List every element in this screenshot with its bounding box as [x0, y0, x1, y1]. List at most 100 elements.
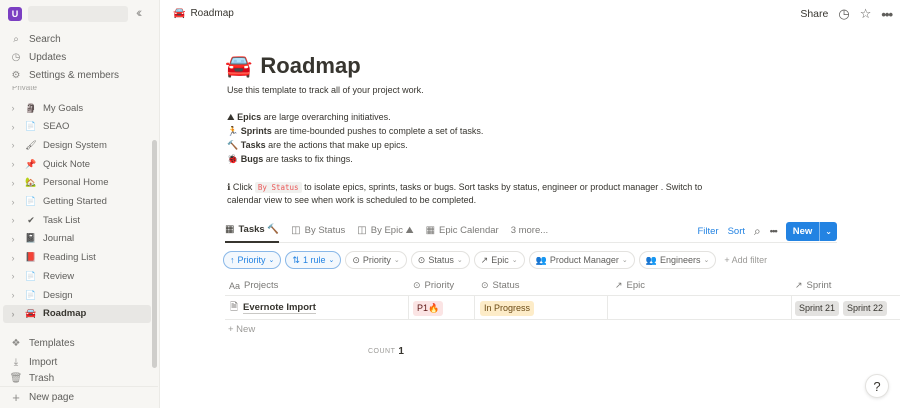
add-filter-button[interactable]: + Add filter [724, 255, 767, 265]
page-emoji-icon: 📓 [25, 233, 37, 244]
sidebar-page-label: Roadmap [43, 308, 87, 320]
chevron-right-icon[interactable]: › [8, 290, 18, 300]
car-icon: 🚘 [173, 8, 186, 19]
sort-button[interactable]: Sort [728, 226, 745, 237]
cell-priority[interactable]: P1🔥 [409, 296, 475, 320]
cell-epic[interactable] [608, 296, 792, 320]
sidebar-updates[interactable]: ◷ Updates [0, 48, 158, 66]
new-button-label: New [792, 226, 813, 237]
chevron-right-icon[interactable]: › [8, 159, 18, 169]
bullet-text: are tasks to fix things. [263, 154, 353, 164]
column-header-epic[interactable]: ↗ Epic [615, 275, 645, 296]
sidebar-templates[interactable]: ❖ Templates [0, 334, 158, 352]
bullet-line: 🔨 Tasks are the actions that make up epi… [227, 139, 408, 151]
help-button[interactable]: ? [865, 374, 889, 398]
page-title[interactable]: 🚘 Roadmap [225, 53, 361, 79]
gear-icon: ⚙ [11, 69, 21, 81]
filter-button[interactable]: Filter [697, 226, 718, 237]
more-options-icon[interactable]: ••• [881, 7, 893, 22]
column-header-sprint[interactable]: ↗ Sprint [795, 275, 831, 296]
chevron-down-icon: ⌄ [621, 257, 628, 264]
workspace-switcher[interactable]: U [8, 5, 128, 23]
new-row-button[interactable]: + New [228, 324, 255, 335]
view-tab[interactable]: ▦ Epic Calendar [426, 219, 499, 243]
table-row[interactable]: 🗎 Evernote Import P1🔥 In Progress Sprint… [225, 296, 900, 320]
new-page-button[interactable]: + New page [0, 386, 158, 408]
cell-project[interactable]: 🗎 Evernote Import [225, 296, 409, 320]
filter-chip[interactable]: ⊙ Priority ⌄ [345, 251, 407, 269]
filter-chip[interactable]: ⇅ 1 rule ⌄ [285, 251, 342, 269]
chevron-right-icon[interactable]: › [8, 253, 18, 263]
cell-status[interactable]: In Progress [475, 296, 608, 320]
history-icon[interactable]: ◷ [838, 6, 849, 22]
sidebar-page-item[interactable]: › 📄 SEAO [3, 118, 151, 136]
column-label: Epic [626, 280, 646, 291]
chevron-right-icon[interactable]: › [8, 234, 18, 244]
filter-chip[interactable]: ↑ Priority ⌄ [223, 251, 282, 269]
sidebar-page-label: Personal Home [43, 177, 109, 189]
chevron-right-icon[interactable]: › [8, 122, 18, 132]
sidebar-trash[interactable]: 🗑 Trash [0, 371, 158, 385]
view-actions: Filter Sort ⌕ ••• New ⌄ [697, 222, 837, 241]
chevron-down-icon[interactable]: ⌄ [819, 222, 837, 241]
filter-chip[interactable]: ↗ Epic ⌄ [473, 251, 525, 269]
more-views[interactable]: 3 more... [511, 225, 549, 236]
sidebar-page-item[interactable]: › 📄 Review [3, 267, 151, 285]
view-tab[interactable]: ◫ By Status [291, 219, 345, 243]
filter-chip[interactable]: 👥 Engineers ⌄ [638, 251, 717, 269]
sidebar-import[interactable]: ⤓ Import [0, 353, 158, 371]
table-icon: ▦ [225, 224, 235, 235]
column-header-priority[interactable]: ⊙ Priority [413, 275, 454, 296]
chip-icon: ⇅ [292, 254, 300, 265]
chevron-down-icon: ⌄ [328, 257, 335, 264]
sidebar-page-item[interactable]: › ✔ Task List [3, 211, 151, 229]
sidebar-page-label: SEAO [43, 121, 70, 133]
column-header-projects[interactable]: Aa Projects [229, 275, 278, 296]
sidebar-page-item[interactable]: › 📄 Getting Started [3, 193, 151, 211]
sidebar-page-item[interactable]: › 🚘 Roadmap [3, 304, 151, 323]
breadcrumb[interactable]: 🚘 Roadmap [173, 8, 234, 19]
chevron-right-icon[interactable]: › [8, 271, 18, 281]
chevron-right-icon[interactable]: › [8, 309, 18, 319]
sidebar-search[interactable]: ⌕ Search [0, 30, 158, 48]
search-icon[interactable]: ⌕ [754, 224, 761, 239]
bullet-line: 🏃 Sprints are time-bounded pushes to com… [227, 125, 483, 137]
relation-icon: ↗ [615, 280, 623, 290]
project-title[interactable]: Evernote Import [243, 302, 316, 314]
star-icon[interactable]: ☆ [860, 6, 872, 22]
collapse-sidebar-icon[interactable]: ‹‹ [136, 4, 143, 20]
view-tab[interactable]: ▦ Tasks 🔨 [225, 219, 280, 243]
chip-label: Priority [362, 255, 391, 265]
text-icon: Aa [229, 280, 241, 291]
chevron-right-icon[interactable]: › [8, 215, 18, 225]
calendar-icon: ▦ [425, 225, 436, 236]
share-button[interactable]: Share [800, 8, 828, 20]
sidebar: U ‹‹ ⌕ Search ◷ Updates ⚙ Settings & mem… [0, 0, 160, 408]
page-emoji-icon: 📄 [25, 196, 37, 206]
filter-chip[interactable]: ⊙ Status ⌄ [410, 251, 470, 269]
sidebar-page-item[interactable]: › 📌 Quick Note [3, 155, 151, 173]
new-button[interactable]: New ⌄ [785, 222, 837, 241]
sidebar-page-item[interactable]: › 📄 Design [3, 286, 151, 304]
count-summary[interactable]: COUNT 1 [368, 346, 404, 357]
view-tab[interactable]: ◫ By Epic ⛰ [357, 219, 413, 243]
chevron-right-icon[interactable]: › [8, 103, 18, 113]
sidebar-page-item[interactable]: › 🗿 My Goals [3, 99, 151, 117]
sidebar-page-item[interactable]: › 🏡 Personal Home [3, 174, 151, 192]
filter-chip[interactable]: 👥 Product Manager ⌄ [528, 251, 635, 269]
page-emoji-icon: 🗿 [25, 102, 37, 113]
sidebar-page-item[interactable]: › 🖌 Design System [3, 136, 151, 154]
chevron-right-icon[interactable]: › [8, 140, 18, 150]
chevron-right-icon[interactable]: › [8, 178, 18, 188]
sidebar-settings[interactable]: ⚙ Settings & members [0, 66, 158, 84]
chevron-right-icon[interactable]: › [8, 197, 18, 207]
sprint-tag: Sprint 22 [843, 300, 888, 316]
car-icon[interactable]: 🚘 [225, 53, 252, 79]
sidebar-page-item[interactable]: › 📕 Reading List [3, 249, 151, 267]
cell-sprint[interactable]: Sprint 21 Sprint 22 [792, 296, 900, 320]
column-header-status[interactable]: ⊙ Status [481, 275, 519, 296]
sidebar-page-label: My Goals [43, 102, 84, 114]
tab-list: ▦ Tasks 🔨 ◫ By Status ◫ By Epic ⛰ ▦ Epic Calend… [225, 219, 511, 243]
more-options-icon[interactable]: ••• [770, 226, 778, 237]
sidebar-page-item[interactable]: › 📓 Journal [3, 230, 151, 248]
